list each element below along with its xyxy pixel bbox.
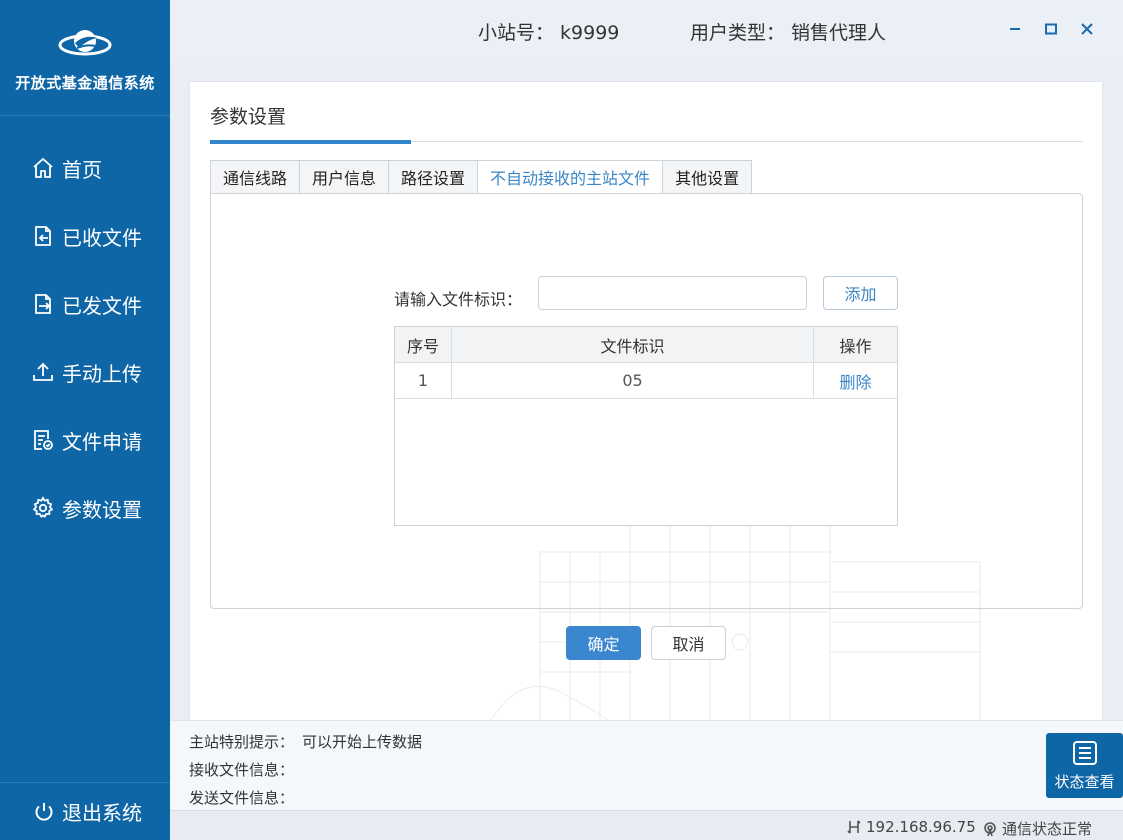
station-info: 小站号： k9999 [478, 18, 619, 45]
delete-link[interactable]: 删除 [839, 369, 871, 393]
tab-user-info[interactable]: 用户信息 [299, 160, 389, 194]
usertype-info: 用户类型： 销售代理人 [690, 18, 886, 45]
sidebar-item-label: 首页 [62, 157, 102, 182]
main-panel: 参数设置 通信线路 用户信息 路径设置 不自动接收的主站文件 其他设置 请输入文… [189, 81, 1103, 722]
file-id-label: 请输入文件标识： [394, 290, 523, 309]
sidebar-item-label: 已收文件 [62, 225, 142, 250]
sidebar-nav: 首页 已收文件 已发文件 手动上传 文件申请 参数设置 [0, 116, 170, 542]
comm-status-text: 通信状态正常 [1002, 820, 1093, 838]
table-cell-action: 删除 [814, 363, 897, 398]
received-file-icon [30, 223, 56, 249]
settings-tabs: 通信线路 用户信息 路径设置 不自动接收的主站文件 其他设置 [210, 160, 753, 194]
close-button[interactable] [1077, 18, 1097, 40]
power-icon [32, 800, 56, 824]
brand: 开放式基金通信系统 [0, 0, 170, 116]
sidebar-item-received-files[interactable]: 已收文件 [0, 202, 170, 270]
minimize-icon [1010, 28, 1020, 30]
signal-icon [984, 821, 996, 836]
tab-no-auto-receive[interactable]: 不自动接收的主站文件 [477, 160, 663, 194]
comm-status: 通信状态正常 [982, 818, 1092, 839]
file-id-table: 序号 文件标识 操作 1 05 删除 [394, 326, 898, 526]
minimize-button[interactable] [1005, 18, 1025, 40]
title-underline [210, 140, 411, 144]
ip-status: 192.168.96.75 [846, 818, 976, 836]
page-title: 参数设置 [210, 106, 287, 128]
cancel-button[interactable]: 取消 [651, 626, 726, 660]
sidebar-item-sent-files[interactable]: 已发文件 [0, 270, 170, 338]
notice-value: 可以开始上传数据 [302, 733, 423, 751]
sidebar-item-label: 手动上传 [62, 361, 142, 386]
table-header-index: 序号 [395, 327, 452, 362]
recv-line: 接收文件信息： [189, 759, 302, 780]
gear-icon [30, 495, 56, 521]
sidebar-item-settings[interactable]: 参数设置 [0, 474, 170, 542]
file-id-input[interactable] [538, 276, 807, 310]
ip-address: 192.168.96.75 [866, 818, 976, 836]
sidebar-item-file-request[interactable]: 文件申请 [0, 406, 170, 474]
station-label: 小站号： [478, 22, 555, 44]
logout-label: 退出系统 [62, 801, 142, 825]
table-row: 1 05 删除 [395, 363, 897, 399]
sidebar-item-home[interactable]: 首页 [0, 134, 170, 202]
maximize-icon [1045, 23, 1057, 35]
file-request-icon [30, 427, 56, 453]
table-cell-file-id: 05 [452, 363, 814, 398]
sidebar-item-label: 参数设置 [62, 497, 142, 522]
confirm-button[interactable]: 确定 [566, 626, 641, 660]
logout-button[interactable]: 退出系统 [0, 782, 170, 840]
sidebar-item-label: 已发文件 [62, 293, 142, 318]
info-area: 主站特别提示： 可以开始上传数据 接收文件信息： 发送文件信息： 状态查看 [170, 720, 1123, 810]
app-name: 开放式基金通信系统 [15, 74, 155, 92]
close-icon [1081, 23, 1093, 35]
notice-line: 主站特别提示： 可以开始上传数据 [189, 731, 422, 752]
window-controls [1005, 18, 1097, 40]
network-icon [847, 820, 861, 834]
app-logo-icon [58, 30, 112, 56]
notice-label: 主站特别提示： [189, 733, 295, 751]
table-header-action: 操作 [839, 336, 872, 356]
sent-file-icon [30, 291, 56, 317]
upload-icon [30, 359, 56, 385]
sidebar: 开放式基金通信系统 首页 已收文件 已发文件 手动上传 文件申请 参数设置 退出… [0, 0, 170, 840]
sidebar-item-manual-upload[interactable]: 手动上传 [0, 338, 170, 406]
tab-other-settings[interactable]: 其他设置 [662, 160, 753, 194]
status-view-button[interactable]: 状态查看 [1046, 733, 1123, 798]
tab-path-settings[interactable]: 路径设置 [388, 160, 478, 194]
maximize-button[interactable] [1041, 18, 1061, 40]
usertype-label: 用户类型： [690, 22, 786, 44]
table-cell-index: 1 [395, 363, 452, 398]
status-view-label: 状态查看 [1054, 773, 1115, 791]
send-line: 发送文件信息： [189, 787, 302, 808]
header: 小站号： k9999 用户类型： 销售代理人 [170, 0, 1123, 62]
table-header-file-id: 文件标识 [452, 327, 814, 362]
recv-label: 接收文件信息： [189, 761, 295, 779]
home-icon [30, 155, 56, 181]
add-button[interactable]: 添加 [823, 276, 898, 310]
list-icon [1072, 741, 1097, 765]
table-header-row: 序号 文件标识 操作 [395, 327, 897, 363]
tab-comm-line[interactable]: 通信线路 [210, 160, 300, 194]
sidebar-item-label: 文件申请 [62, 429, 142, 454]
status-bar: 192.168.96.75 通信状态正常 [170, 810, 1123, 840]
station-value: k9999 [560, 22, 620, 44]
send-label: 发送文件信息： [189, 789, 295, 807]
usertype-value: 销售代理人 [791, 22, 887, 44]
